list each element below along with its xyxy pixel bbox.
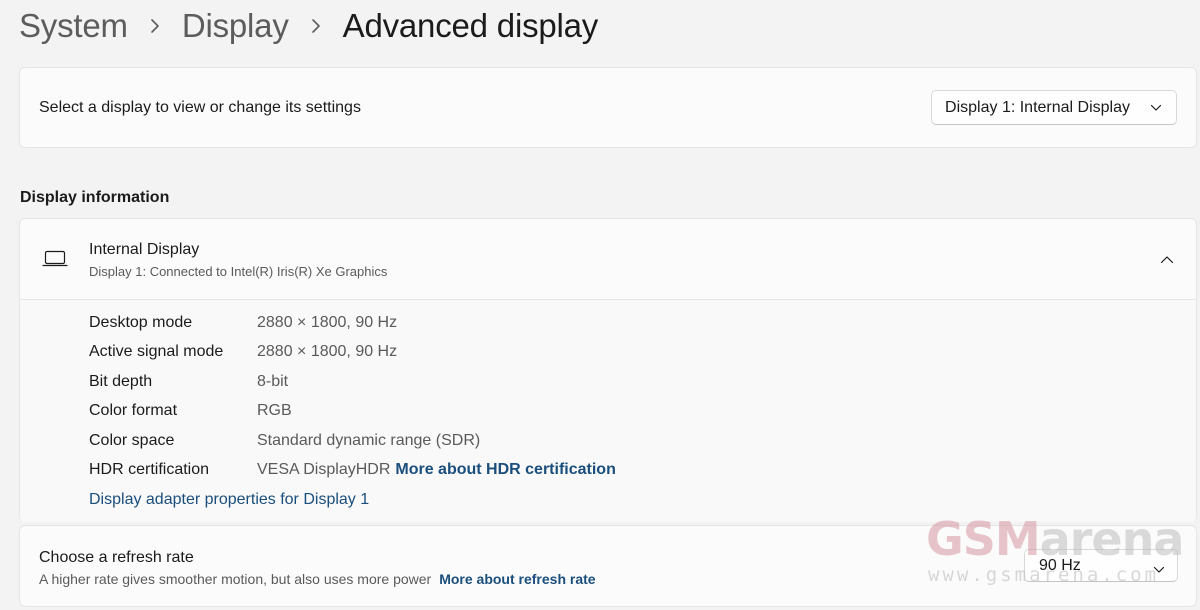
info-value: 2880 × 1800, 90 Hz xyxy=(257,314,398,331)
info-value: RGB xyxy=(257,402,292,419)
display-select-value: Display 1: Internal Display xyxy=(945,98,1130,116)
refresh-rate-dropdown[interactable]: 90 Hz xyxy=(1024,549,1178,582)
info-value: 2880 × 1800, 90 Hz xyxy=(257,343,398,360)
display-information-card: Internal Display Display 1: Connected to… xyxy=(19,218,1197,522)
chevron-up-icon[interactable] xyxy=(1160,252,1174,270)
chevron-right-icon xyxy=(309,17,323,35)
info-row-active-signal-mode: Active signal mode 2880 × 1800, 90 Hz xyxy=(89,341,397,363)
refresh-rate-description-row: A higher rate gives smoother motion, but… xyxy=(39,571,596,587)
breadcrumb: System Display Advanced display xyxy=(19,4,598,48)
info-row-color-format: Color format RGB xyxy=(89,400,292,422)
hdr-certification-link[interactable]: More about HDR certification xyxy=(395,461,615,479)
chevron-right-icon xyxy=(148,17,162,35)
breadcrumb-system[interactable]: System xyxy=(19,7,128,45)
info-key: HDR certification xyxy=(89,461,210,478)
select-display-card: Select a display to view or change its s… xyxy=(19,67,1197,148)
info-key: Color space xyxy=(89,432,175,449)
display-information-details: Desktop mode 2880 × 1800, 90 Hz Active s… xyxy=(20,300,1196,522)
info-row-color-space: Color space Standard dynamic range (SDR) xyxy=(89,430,480,452)
display-adapter-properties-link[interactable]: Display adapter properties for Display 1 xyxy=(89,491,369,509)
page-title: Advanced display xyxy=(342,7,599,44)
info-row-bit-depth: Bit depth 8-bit xyxy=(89,371,288,393)
display-select-dropdown[interactable]: Display 1: Internal Display xyxy=(931,90,1177,125)
refresh-rate-card: Choose a refresh rate A higher rate give… xyxy=(19,525,1197,607)
display-name: Internal Display xyxy=(89,241,200,258)
info-value: Standard dynamic range (SDR) xyxy=(257,432,481,449)
refresh-rate-title: Choose a refresh rate xyxy=(39,549,194,566)
info-value: 8-bit xyxy=(257,373,289,390)
chevron-down-icon xyxy=(1153,561,1165,579)
info-key: Bit depth xyxy=(89,373,153,390)
display-connection: Display 1: Connected to Intel(R) Iris(R)… xyxy=(89,264,388,279)
info-row-desktop-mode: Desktop mode 2880 × 1800, 90 Hz xyxy=(89,312,397,334)
info-value: VESA DisplayHDR xyxy=(257,461,391,478)
refresh-rate-info-link[interactable]: More about refresh rate xyxy=(439,571,595,587)
adapter-properties-row: Display adapter properties for Display 1 xyxy=(89,489,369,511)
laptop-icon xyxy=(42,250,68,273)
advanced-display-page: System Display Advanced display Select a… xyxy=(0,0,1200,610)
chevron-down-icon xyxy=(1150,104,1162,112)
info-key: Desktop mode xyxy=(89,314,193,331)
info-key: Active signal mode xyxy=(89,343,224,360)
refresh-rate-description: A higher rate gives smoother motion, but… xyxy=(39,571,432,587)
select-display-label: Select a display to view or change its s… xyxy=(39,99,361,116)
display-information-expander[interactable]: Internal Display Display 1: Connected to… xyxy=(20,219,1196,300)
breadcrumb-display[interactable]: Display xyxy=(182,7,289,45)
info-key: Color format xyxy=(89,402,178,419)
refresh-rate-value: 90 Hz xyxy=(1039,556,1081,574)
info-row-hdr-certification: HDR certification VESA DisplayHDR More a… xyxy=(89,459,616,481)
display-information-heading: Display information xyxy=(20,189,170,206)
